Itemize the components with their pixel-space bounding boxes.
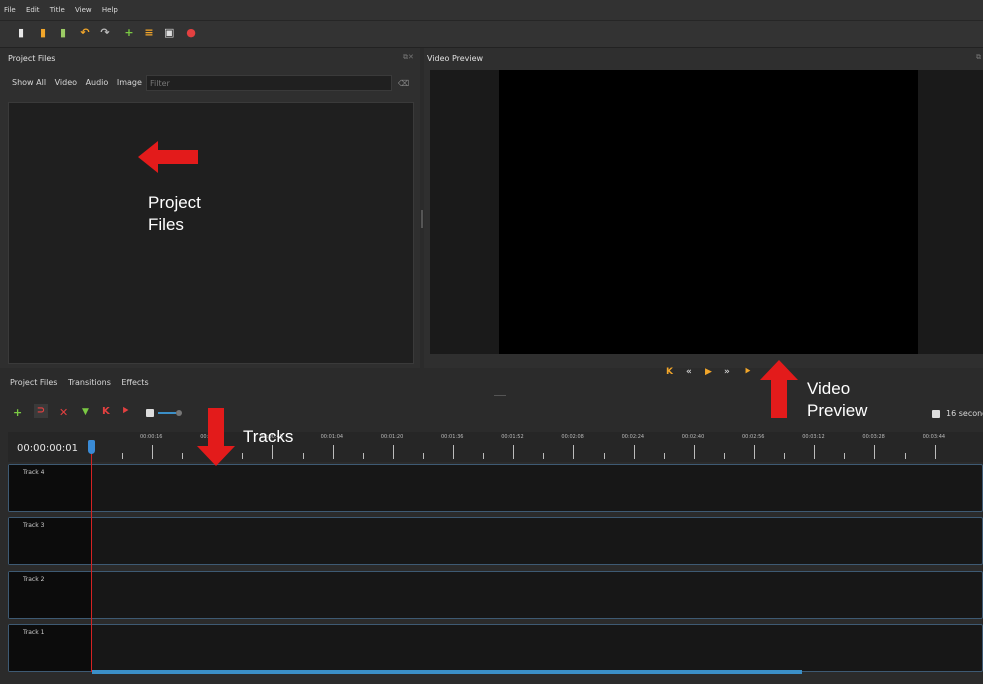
annotation-video-preview: Video Preview (807, 379, 868, 420)
annotation-overlay (138, 141, 798, 466)
down-arrow-icon (197, 408, 235, 466)
up-arrow-icon (760, 360, 798, 418)
left-arrow-icon (138, 141, 198, 173)
annotation-project-files: Project Files (148, 193, 201, 234)
annotation-tracks: Tracks (243, 427, 294, 446)
